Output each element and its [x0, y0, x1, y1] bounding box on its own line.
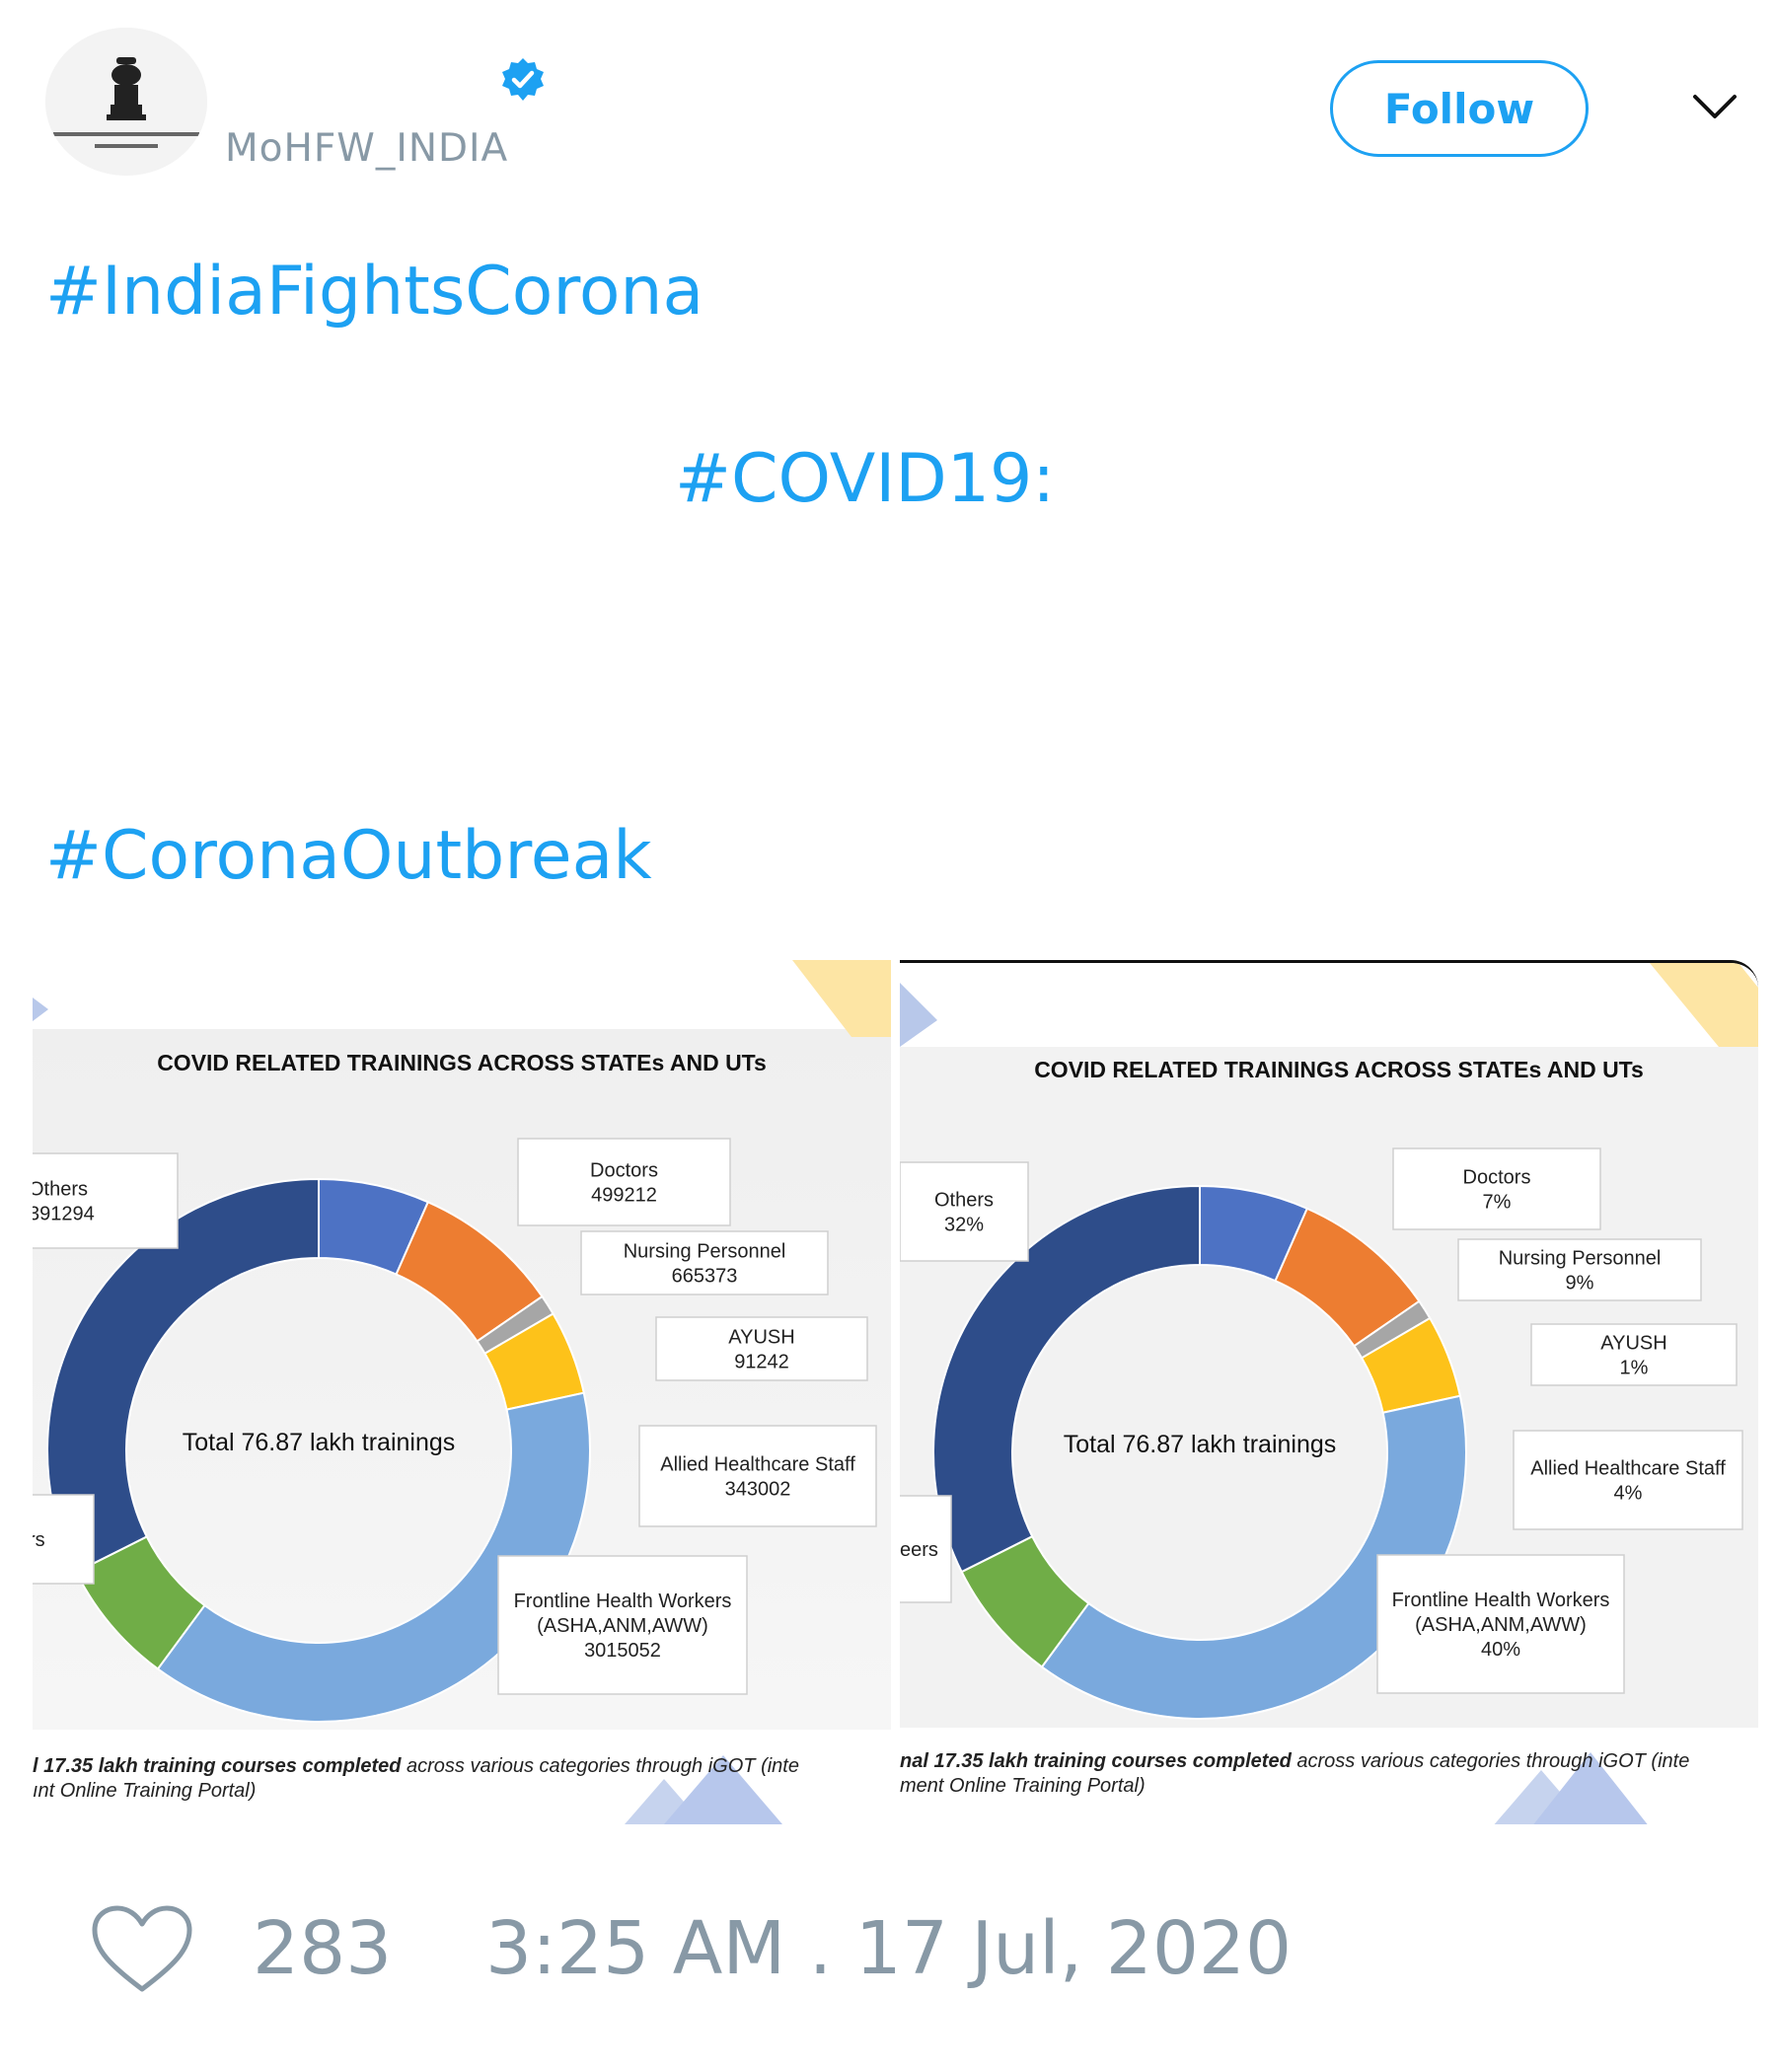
- donut-center-label: Total 76.87 lakh trainings: [1064, 1431, 1337, 1458]
- callout-text: Nursing Personnel: [1499, 1248, 1662, 1270]
- callout-text: 343002: [725, 1479, 791, 1501]
- chart-title: COVID RELATED TRAININGS ACROSS STATEs AN…: [1034, 1057, 1644, 1082]
- callout-text: Doctors: [1463, 1167, 1531, 1189]
- callout-frontline-health-workers: Frontline Health Workers (ASHA,ANM,AWW) 30…: [497, 1555, 748, 1695]
- tweet-image-2[interactable]: COVID RELATED TRAININGS ACROSS STATEs AN…: [900, 960, 1758, 1824]
- like-count: 283: [253, 1906, 393, 1991]
- callout-text: 91242: [734, 1352, 789, 1373]
- callout-text: 665373: [672, 1266, 738, 1288]
- callout-ayush: AYUSH 1%: [1530, 1323, 1738, 1386]
- callout-text: 7%: [1483, 1192, 1512, 1214]
- author-handle[interactable]: MoHFW_INDIA: [225, 126, 508, 171]
- callout-text: (ASHA,ANM,AWW): [537, 1615, 708, 1637]
- emblem-avatar-icon: [45, 28, 207, 176]
- callout-text: 4%: [1614, 1483, 1643, 1505]
- callout-text: Others: [33, 1179, 88, 1201]
- verified-badge-icon: [502, 58, 544, 101]
- callout-text: 499212: [591, 1185, 657, 1207]
- callout-others: Others 391294: [33, 1152, 179, 1249]
- callout-doctors: Doctors 499212: [517, 1138, 731, 1226]
- callout-allied-healthcare-staff: Allied Healthcare Staff 343002: [638, 1425, 877, 1527]
- footer-caption-line2: ınt Online Training Portal): [33, 1780, 256, 1802]
- footer-caption-line2: ment Online Training Portal): [900, 1775, 1146, 1797]
- callout-text: Frontline Health Workers: [514, 1591, 732, 1612]
- chart-title: COVID RELATED TRAININGS ACROSS STATEs AN…: [157, 1050, 767, 1075]
- callout-text: 391294: [33, 1204, 95, 1225]
- callout-text: 9%: [1566, 1273, 1594, 1295]
- hashtag-coronaoutbreak[interactable]: #CoronaOutbreak: [45, 817, 652, 895]
- hashtag-indiafightscorona[interactable]: #IndiaFightsCorona: [45, 253, 703, 331]
- callout-nursing-personnel: Nursing Personnel 9%: [1457, 1238, 1702, 1301]
- callout-doctors: Doctors 7%: [1392, 1147, 1601, 1230]
- footer-caption: nal 17.35 lakh training courses complete…: [900, 1750, 1689, 1772]
- callout-text: rs: [33, 1529, 45, 1551]
- callout-eers: eers: [900, 1495, 952, 1603]
- callout-rs: rs: [33, 1494, 95, 1585]
- callout-nursing-personnel: Nursing Personnel 665373: [580, 1230, 829, 1295]
- tweet-image-1[interactable]: COVID RELATED TRAININGS ACROSS STATEs AN…: [33, 960, 891, 1824]
- chevron-down-icon[interactable]: [1692, 93, 1738, 122]
- tweet-media-grid: COVID RELATED TRAININGS ACROSS STATEs AN…: [33, 960, 1758, 1824]
- follow-button[interactable]: Follow: [1330, 60, 1589, 157]
- footer-caption: l 17.35 lakh training courses completed …: [33, 1755, 799, 1777]
- tweet-timestamp[interactable]: 3:25 AM . 17 Jul, 2020: [485, 1906, 1292, 1991]
- callout-text: eers: [900, 1539, 938, 1561]
- callout-text: 1%: [1620, 1358, 1649, 1379]
- callout-text: Allied Healthcare Staff: [660, 1454, 855, 1476]
- callout-text: AYUSH: [728, 1327, 794, 1349]
- callout-text: Frontline Health Workers: [1392, 1590, 1610, 1611]
- callout-text: 40%: [1481, 1639, 1520, 1661]
- donut-center-label: Total 76.87 lakh trainings: [183, 1429, 456, 1456]
- callout-text: 32%: [944, 1215, 984, 1236]
- avatar[interactable]: [45, 28, 207, 176]
- callout-others: Others 32%: [900, 1161, 1029, 1262]
- callout-frontline-health-workers: Frontline Health Workers (ASHA,ANM,AWW) 40…: [1376, 1554, 1625, 1694]
- hashtag-covid19[interactable]: #COVID19:: [675, 440, 1055, 518]
- callout-text: AYUSH: [1600, 1333, 1666, 1355]
- callout-allied-healthcare-staff: Allied Healthcare Staff 4%: [1513, 1430, 1743, 1530]
- callout-text: Nursing Personnel: [624, 1241, 786, 1263]
- heart-icon[interactable]: [91, 1904, 193, 1995]
- callout-text: Allied Healthcare Staff: [1530, 1458, 1726, 1480]
- callout-ayush: AYUSH 91242: [655, 1316, 868, 1381]
- callout-text: 3015052: [584, 1640, 661, 1662]
- callout-text: (ASHA,ANM,AWW): [1415, 1614, 1587, 1636]
- callout-text: Others: [934, 1190, 994, 1212]
- callout-text: Doctors: [590, 1160, 658, 1182]
